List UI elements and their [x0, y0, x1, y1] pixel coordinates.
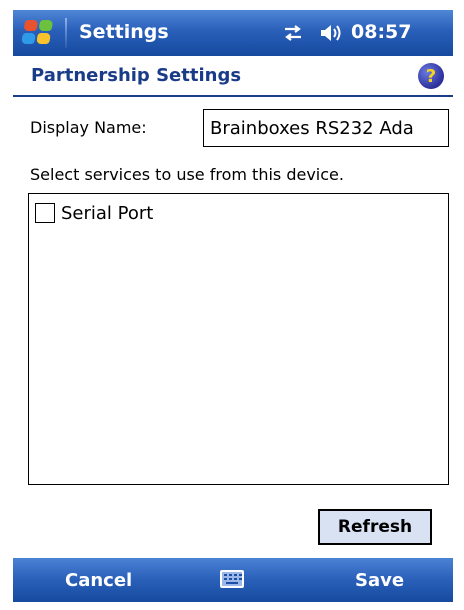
clock[interactable]: 08:57 [351, 21, 411, 43]
connectivity-icon[interactable] [283, 24, 303, 42]
title-separator [65, 18, 67, 48]
help-glyph: ? [425, 65, 437, 87]
title-bar: Settings 08:57 [13, 10, 453, 56]
cancel-softkey[interactable]: Cancel [65, 570, 132, 591]
app-title: Settings [79, 21, 169, 43]
page-title: Partnership Settings [31, 65, 242, 86]
softkey-bar: Cancel Save [13, 558, 453, 602]
refresh-button[interactable]: Refresh [318, 509, 432, 545]
help-icon[interactable]: ? [418, 63, 444, 89]
display-name-label: Display Name: [30, 118, 147, 137]
list-item-label: Serial Port [61, 202, 154, 224]
save-softkey[interactable]: Save [355, 570, 404, 591]
display-name-input[interactable] [203, 109, 449, 147]
service-list[interactable]: Serial Port [28, 193, 449, 485]
serial-port-checkbox[interactable] [35, 203, 55, 223]
list-item-serial-port[interactable]: Serial Port [35, 200, 153, 226]
windows-start-icon [21, 20, 56, 46]
header-divider [13, 95, 453, 97]
volume-icon[interactable] [319, 22, 345, 44]
page-header: Partnership Settings ? [13, 56, 453, 96]
select-services-label: Select services to use from this device. [30, 165, 344, 184]
device-screen: Settings 08:57 Partnership Settings ? Di… [13, 10, 453, 602]
keyboard-icon[interactable] [220, 570, 244, 588]
start-button[interactable] [13, 10, 63, 56]
